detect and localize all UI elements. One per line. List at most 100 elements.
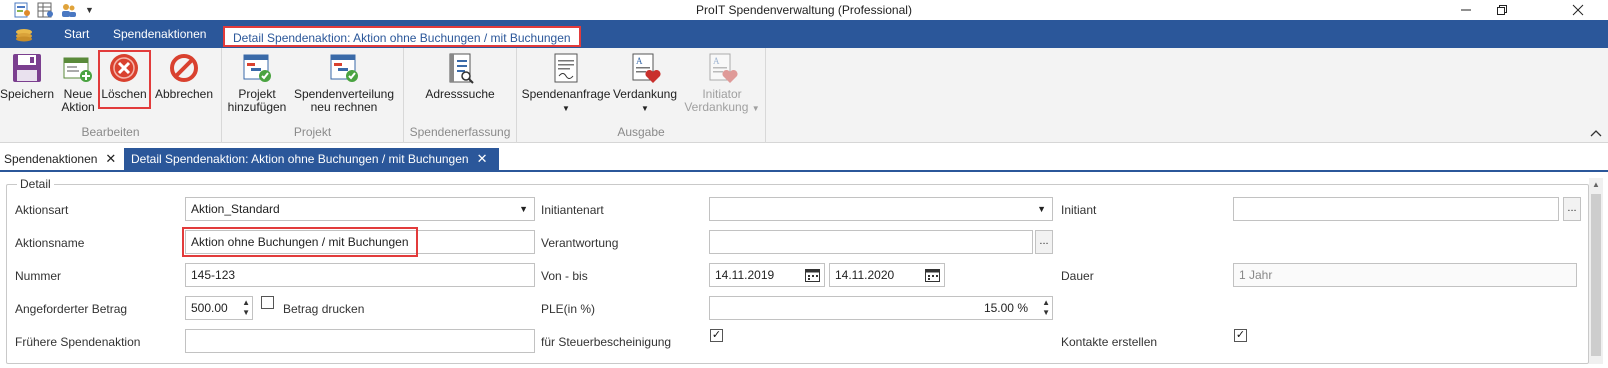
cancel-icon [168, 52, 200, 84]
aktionsname-highlight [182, 227, 418, 257]
recalc-label-2: neu rechnen [310, 100, 378, 114]
add-project-label-2: hinzufügen [227, 100, 287, 114]
ple-stepper[interactable]: 15.00 % ▲ ▼ [709, 296, 1053, 320]
initiator-label-1: Initiator [702, 87, 742, 101]
address-book-icon [444, 52, 476, 84]
tab-spendenaktionen[interactable]: Spendenaktionen [107, 20, 212, 48]
chevron-down-icon: ▼ [1037, 204, 1046, 214]
chevron-down-icon: ▼ [751, 104, 760, 113]
new-action-label-2: Aktion [61, 100, 95, 114]
restore-icon[interactable] [1484, 0, 1520, 20]
dauer-field: 1 Jahr [1233, 263, 1577, 287]
betrag-drucken-checkbox[interactable] [261, 296, 274, 309]
tab-start[interactable]: Start [58, 20, 95, 48]
project-add-icon [241, 52, 273, 84]
initiator-label-2: Verdankung [684, 100, 749, 114]
svg-text:A: A [636, 56, 643, 66]
tab-detail-context[interactable]: Detail Spendenaktion: Aktion ohne Buchun… [223, 26, 581, 47]
steuer-checkbox[interactable]: ✓ [710, 329, 723, 342]
betrag-drucken-label: Betrag drucken [283, 302, 365, 316]
save-label: Speichern [0, 87, 55, 101]
cancel-label: Abbrechen [154, 87, 214, 101]
spin-arrows-icon[interactable]: ▲ ▼ [242, 298, 250, 318]
recalc-label-1: Spendenverteilung [293, 87, 395, 101]
aktionsart-value: Aktion_Standard [191, 202, 280, 216]
group-bearbeiten: Speichern Neue Aktion Löschen Abbrechen … [0, 48, 222, 143]
aktionsart-select[interactable]: Aktion_Standard ▼ [185, 197, 535, 221]
doc-tab-spendenaktionen[interactable]: Spendenaktionen ✕ [0, 148, 122, 170]
kontakte-checkbox[interactable]: ✓ [1234, 329, 1247, 342]
checkmark-icon: ✓ [711, 329, 722, 341]
betrag-stepper[interactable]: 500.00 ▲ ▼ [185, 296, 253, 320]
donation-request-label: Spendenanfrage [521, 87, 611, 101]
recalculate-distribution-button[interactable]: Spendenverteilung neu rechnen [290, 52, 398, 114]
cancel-button[interactable]: Abbrechen [152, 52, 216, 101]
window-title: ProIT Spendenverwaltung (Professional) [696, 3, 912, 17]
group-spendenerfassung: Adresssuche Spendenerfassung [404, 48, 517, 143]
add-project-button[interactable]: Projekt hinzufügen [226, 52, 288, 114]
von-date-input[interactable]: 14.11.2019 [709, 263, 825, 287]
nummer-value: 145-123 [191, 268, 236, 282]
group-ausgabe: Spendenanfrage ▼ A Verdankung ▼ A Initia… [517, 48, 766, 143]
calendar-icon[interactable] [925, 268, 940, 282]
close-icon[interactable]: ✕ [105, 148, 116, 170]
donation-request-button[interactable]: Spendenanfrage ▼ [521, 52, 611, 115]
delete-highlight [98, 50, 151, 109]
collapse-ribbon-icon[interactable] [1590, 128, 1602, 140]
fruehere-input[interactable] [185, 329, 535, 353]
scrollbar-thumb[interactable] [1591, 194, 1601, 356]
doc-tab-detail[interactable]: Detail Spendenaktion: Aktion ohne Buchun… [124, 148, 499, 170]
coins-icon [16, 29, 32, 42]
add-project-label-1: Projekt [238, 87, 276, 101]
group-projekt: Projekt hinzufügen Spendenverteilung neu… [222, 48, 404, 143]
kontakte-label: Kontakte erstellen [1061, 335, 1158, 349]
letter-icon [550, 52, 582, 84]
chevron-down-icon: ▼ [641, 104, 649, 113]
bis-value: 14.11.2020 [835, 268, 895, 282]
verantwortung-input[interactable] [709, 230, 1033, 254]
new-document-icon [62, 52, 94, 84]
nummer-input[interactable]: 145-123 [185, 263, 535, 287]
save-button[interactable]: Speichern [0, 52, 54, 101]
chevron-down-icon: ▼ [519, 204, 528, 214]
distribution-icon [328, 52, 360, 84]
group-label-spendenerfassung: Spendenerfassung [409, 125, 511, 139]
betrag-value: 500.00 [191, 301, 228, 315]
close-icon[interactable] [1560, 0, 1596, 20]
group-label-ausgabe: Ausgabe [617, 125, 665, 139]
scroll-up-icon[interactable]: ▲ [1592, 180, 1600, 189]
steuer-label: für Steuerbescheinigung [541, 335, 672, 349]
acknowledgement-button[interactable]: A Verdankung ▼ [611, 52, 679, 115]
bis-date-input[interactable]: 14.11.2020 [829, 263, 945, 287]
dauer-value: 1 Jahr [1239, 268, 1273, 282]
initiant-input[interactable] [1233, 197, 1559, 221]
calendar-icon[interactable] [805, 268, 820, 282]
new-action-button[interactable]: Neue Aktion [56, 52, 100, 114]
thanks-letter-icon: A [629, 52, 661, 84]
vertical-scrollbar[interactable]: ▲ [1589, 178, 1603, 364]
app-menu-button[interactable] [6, 24, 42, 46]
ribbon-panel: Speichern Neue Aktion Löschen Abbrechen … [0, 48, 1608, 143]
minimize-icon[interactable] [1448, 0, 1484, 20]
verantwortung-browse-button[interactable]: ... [1035, 230, 1053, 254]
spin-arrows-icon[interactable]: ▲ ▼ [1042, 298, 1050, 318]
doc-tab-label: Spendenaktionen [4, 152, 98, 166]
initiant-label: Initiant [1061, 203, 1097, 217]
detail-legend: Detail [17, 177, 54, 191]
ribbon-tab-bar: Start Spendenaktionen Detail Spendenakti… [0, 20, 1608, 48]
title-bar: ▼ ProIT Spendenverwaltung (Professional) [0, 0, 1608, 20]
ple-label: PLE(in %) [541, 302, 596, 316]
nummer-label: Nummer [15, 269, 62, 283]
initiator-acknowledgement-button[interactable]: A Initiator Verdankung ▼ [681, 52, 763, 115]
detail-groupbox: Detail Aktionsart Aktion_Standard ▼ Akti… [6, 177, 1589, 364]
close-icon[interactable]: ✕ [477, 148, 488, 170]
address-search-button[interactable]: Adresssuche [420, 52, 500, 101]
initiant-browse-button[interactable]: ... [1563, 197, 1581, 221]
von-value: 14.11.2019 [715, 268, 775, 282]
initiantenart-select[interactable]: ▼ [709, 197, 1053, 221]
acknowledgement-label: Verdankung [612, 87, 678, 101]
chevron-down-icon: ▼ [562, 104, 570, 113]
betrag-label: Angeforderter Betrag [15, 302, 128, 316]
document-tabs: Spendenaktionen ✕ Detail Spendenaktion: A… [0, 148, 1608, 172]
group-label-bearbeiten: Bearbeiten [81, 125, 140, 139]
